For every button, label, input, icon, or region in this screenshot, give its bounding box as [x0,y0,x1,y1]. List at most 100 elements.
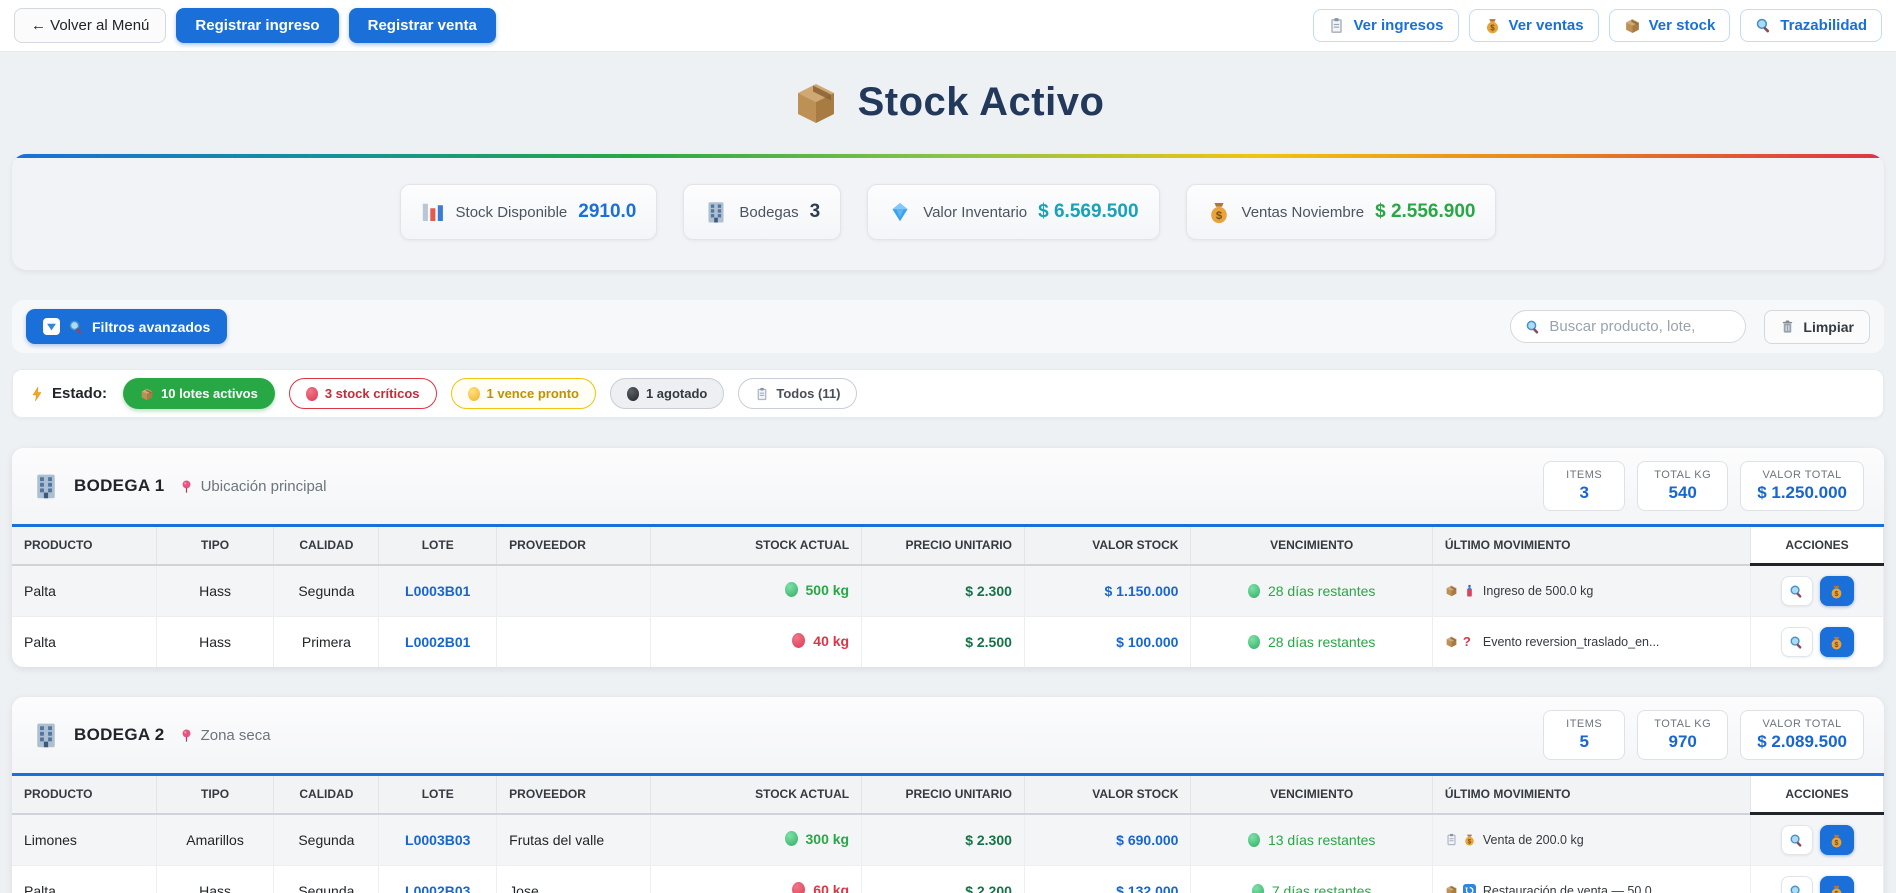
col-lote: LOTE [378,525,498,566]
cell-precio-unitario: $ 2.300 [861,813,1025,866]
table-header-row: PRODUCTO TIPO CALIDAD LOTE PROVEEDOR STO… [12,525,1884,566]
mini-stat-label: ITEMS [1566,718,1603,730]
col-valor-stock: VALOR STOCK [1024,525,1192,566]
cell-proveedor: Frutas del valle [496,813,651,866]
lote-link[interactable]: L0003B01 [405,583,470,599]
pin-icon [182,480,190,493]
vencimiento-dot [1247,832,1260,847]
pill-vence-pronto[interactable]: 1 vence pronto [450,378,596,409]
col-stock-actual: STOCK ACTUAL [650,774,863,815]
view-lot-button[interactable] [1780,825,1813,855]
question-icon: ? [1462,634,1471,649]
stat-card-stock-disponible: Stock Disponible 2910.0 [399,184,658,240]
traceability-label: Trazabilidad [1780,17,1867,34]
mini-stat-value: $ 2.089.500 [1757,732,1847,751]
col-tipo: TIPO [156,774,275,815]
table-row: Palta Hass Segunda L0003B01 500 kg $ 2.3… [12,564,1884,617]
advanced-filters-label: Filtros avanzados [92,318,211,335]
pill-agotado[interactable]: 1 agotado [609,378,725,409]
bodega-card-1: BODEGA 1 Ubicación principal ITEMS 3 TOT… [12,448,1884,667]
register-income-button[interactable]: Registrar ingreso [176,8,339,43]
pill-todos[interactable]: Todos (11) [738,378,858,409]
stat-card-bodegas: Bodegas 3 [683,184,842,240]
cell-ultimo-movimiento: Restauración de venta — 50.0... [1482,884,1663,893]
back-to-menu-button[interactable]: ← Volver al Menú [14,8,167,43]
filters-bar: Filtros avanzados Limpiar [12,300,1884,353]
view-sales-button[interactable]: Ver ventas [1468,9,1599,42]
movement-icons: ? [1445,635,1476,648]
money-bag-icon [1486,19,1498,34]
view-lot-button[interactable] [1780,576,1813,606]
mini-stat-label: TOTAL KG [1654,718,1712,730]
sell-lot-button[interactable] [1819,825,1854,855]
col-proveedor: PROVEEDOR [496,525,651,566]
traceability-button[interactable]: Trazabilidad [1740,9,1882,42]
col-calidad: CALIDAD [273,774,380,815]
cell-producto: Palta [12,616,157,667]
view-lot-button[interactable] [1780,876,1813,893]
sell-lot-button[interactable] [1819,627,1854,657]
view-stock-label: Ver stock [1648,17,1716,34]
cell-valor-stock: $ 100.000 [1024,616,1192,667]
cell-calidad: Segunda [273,564,380,617]
cell-ultimo-movimiento: Venta de 200.0 kg [1482,832,1584,847]
mini-stat-value: 970 [1668,732,1697,751]
view-stock-button[interactable]: Ver stock [1608,9,1731,42]
chevron-down-icon [43,318,60,335]
movement-icons [1445,584,1476,597]
col-vencimiento: VENCIMIENTO [1190,774,1433,815]
table-row: Limones Amarillos Segunda L0003B03 Fruta… [12,813,1884,866]
bodega-name: BODEGA 2 [74,725,165,744]
cell-tipo: Hass [156,865,275,893]
pill-lotes-activos[interactable]: 10 lotes activos [123,378,275,409]
building-icon [37,723,55,748]
sell-lot-button[interactable] [1819,576,1854,606]
money-bag-icon [1831,834,1842,847]
col-acciones: ACCIONES [1750,525,1884,566]
col-lote: LOTE [378,774,498,815]
stat-card-valor-inventario: Valor Inventario $ 6.569.500 [867,184,1160,240]
page-title: Stock Activo [857,79,1105,124]
pill-label: 3 stock críticos [324,386,420,401]
cell-precio-unitario: $ 2.200 [861,865,1025,893]
vencimiento-dot [1247,583,1260,598]
money-bag-icon [1210,203,1227,224]
yellow-dot-icon [467,386,480,401]
view-lot-button[interactable] [1780,627,1813,657]
register-sale-button[interactable]: Registrar venta [348,8,496,43]
col-tipo: TIPO [156,525,275,566]
stock-status-dot [784,831,798,846]
view-incomes-button[interactable]: Ver ingresos [1313,9,1459,42]
clear-filters-button[interactable]: Limpiar [1764,309,1870,344]
movement-icons [1445,833,1476,846]
col-producto: PRODUCTO [12,774,157,815]
top-toolbar: ← Volver al Menú Registrar ingreso Regis… [0,0,1896,52]
cell-ultimo-movimiento: Ingreso de 500.0 kg [1482,583,1594,598]
black-dot-icon [626,386,639,401]
advanced-filters-button[interactable]: Filtros avanzados [26,309,228,344]
cell-tipo: Hass [156,564,275,617]
pin-icon [182,729,190,742]
magnifier-icon [1790,834,1803,848]
cell-vencimiento: 28 días restantes [1267,634,1376,650]
stat-card-ventas-noviembre: Ventas Noviembre $ 2.556.900 [1185,184,1497,240]
lote-link[interactable]: L0002B03 [405,883,470,893]
col-proveedor: PROVEEDOR [496,774,651,815]
col-calidad: CALIDAD [273,525,380,566]
stat-label: Stock Disponible [455,203,568,221]
lote-link[interactable]: L0002B01 [405,634,470,650]
cell-proveedor [496,564,651,617]
lote-link[interactable]: L0003B03 [405,832,470,848]
stock-value: 300 kg [805,830,850,847]
mini-stat-label: ITEMS [1566,469,1603,481]
bodega-location-label: Zona seca [200,726,271,744]
vencimiento-dot [1247,635,1260,649]
page-header: Stock Activo [0,52,1896,154]
search-input[interactable] [1549,318,1732,335]
pill-stock-criticos[interactable]: 3 stock críticos [288,378,437,409]
col-stock-actual: STOCK ACTUAL [650,525,863,566]
lightning-icon [32,386,42,401]
sell-lot-button[interactable] [1819,876,1854,893]
search-box [1510,310,1747,343]
status-filter-bar: Estado: 10 lotes activos 3 stock crítico… [12,369,1884,418]
